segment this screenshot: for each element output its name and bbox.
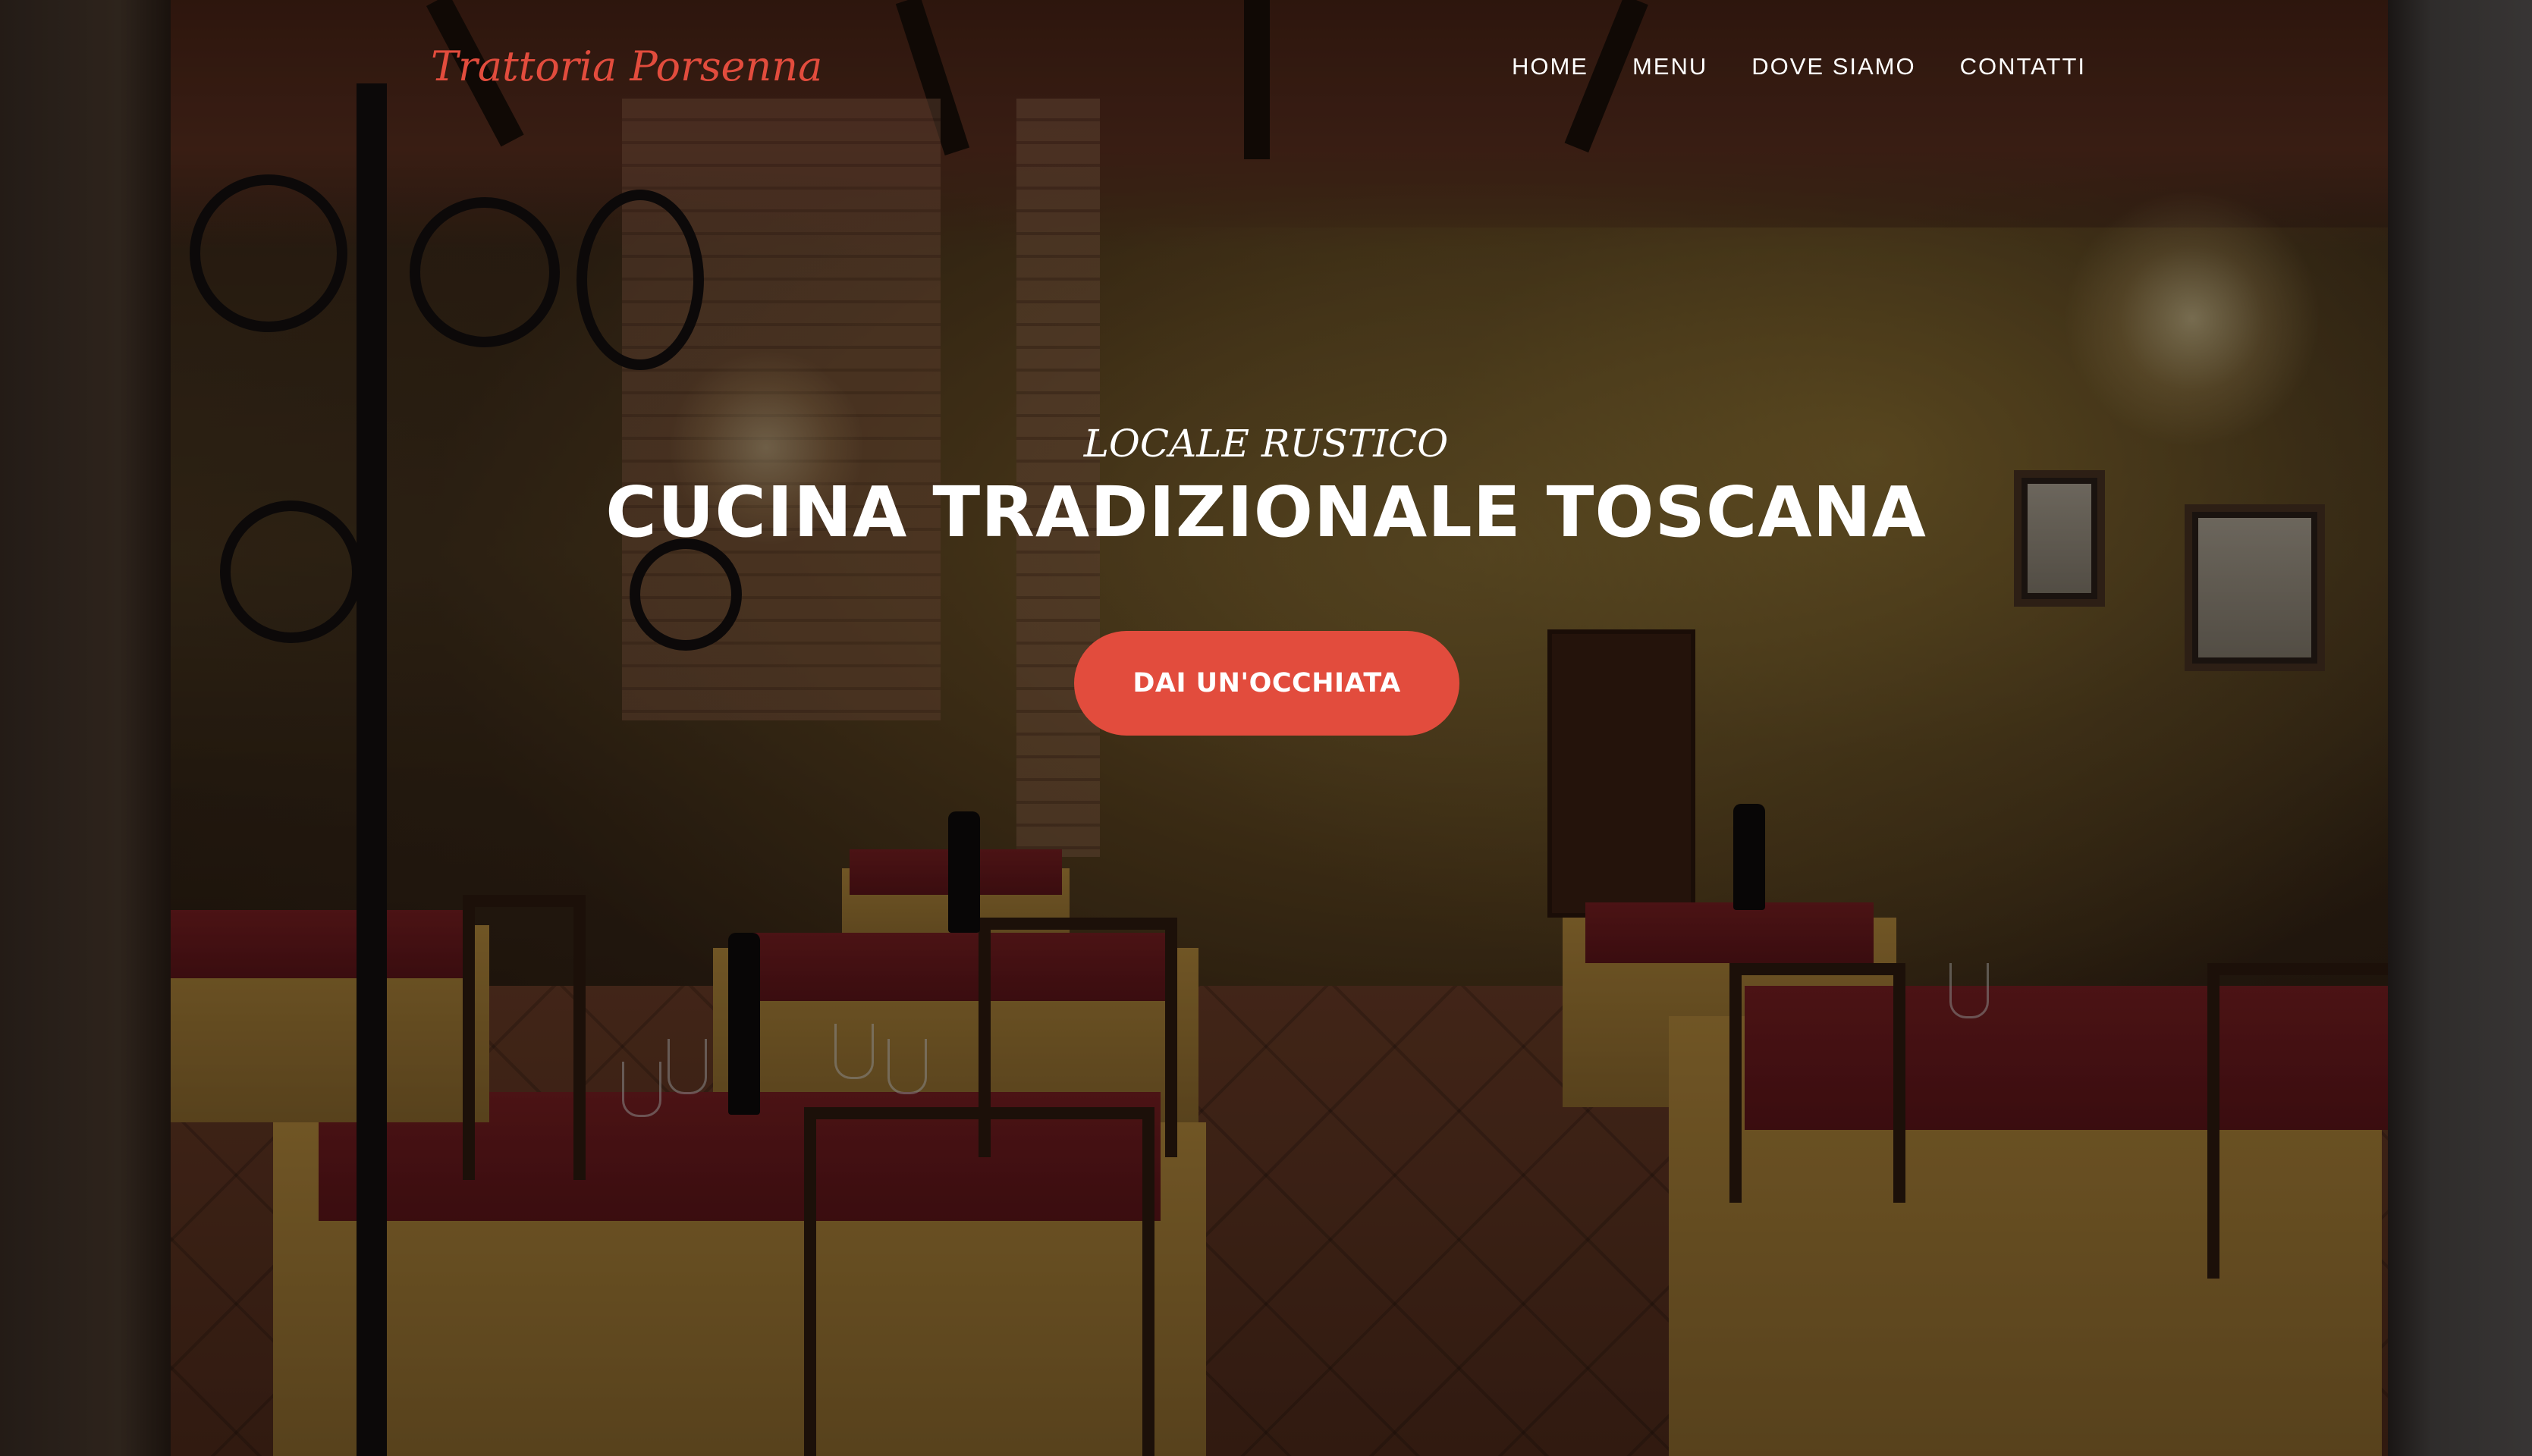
cta-button[interactable]: DAI UN'OCCHIATA [1074, 631, 1459, 736]
brand-logo[interactable]: Trattoria Porsenna [431, 42, 822, 90]
nav-item-home[interactable]: HOME [1512, 53, 1588, 80]
nav-item-contatti[interactable]: CONTATTI [1960, 53, 2086, 80]
navbar: Trattoria Porsenna HOME MENU DOVE SIAMO … [0, 0, 2532, 140]
hero-title: CUCINA TRADIZIONALE TOSCANA [605, 472, 1927, 553]
hero-section: Trattoria Porsenna HOME MENU DOVE SIAMO … [0, 0, 2532, 1456]
nav-links: HOME MENU DOVE SIAMO CONTATTI [1468, 53, 2086, 80]
nav-item-menu[interactable]: MENU [1632, 53, 1707, 80]
nav-item-dove-siamo[interactable]: DOVE SIAMO [1751, 53, 1915, 80]
hero-subtitle: LOCALE RUSTICO [1083, 422, 1449, 466]
cta-button-label: DAI UN'OCCHIATA [1132, 668, 1401, 698]
hero-content: LOCALE RUSTICO CUCINA TRADIZIONALE TOSCA… [0, 425, 2532, 550]
